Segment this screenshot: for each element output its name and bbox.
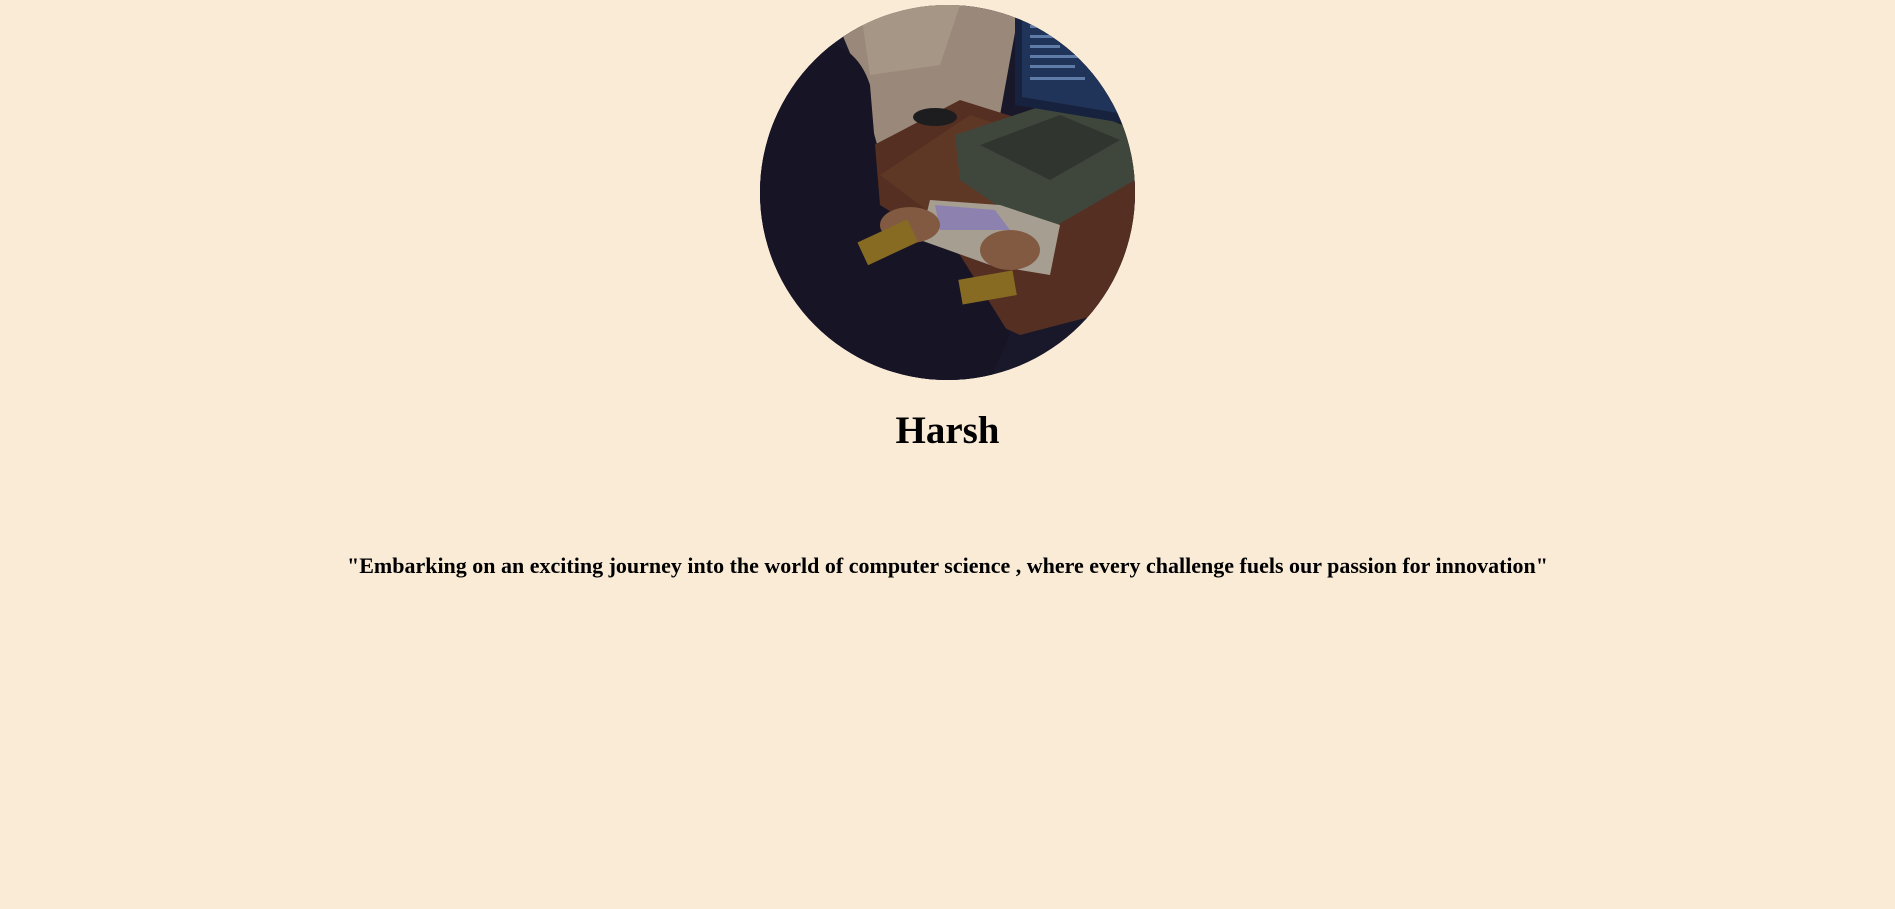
profile-photo bbox=[760, 5, 1135, 380]
profile-name: Harsh bbox=[895, 409, 1000, 452]
profile-page: Harsh "Embarking on an exciting journey … bbox=[0, 0, 1895, 909]
profile-quote: "Embarking on an exciting journey into t… bbox=[347, 553, 1548, 578]
person-typing-photo-icon bbox=[760, 5, 1135, 380]
